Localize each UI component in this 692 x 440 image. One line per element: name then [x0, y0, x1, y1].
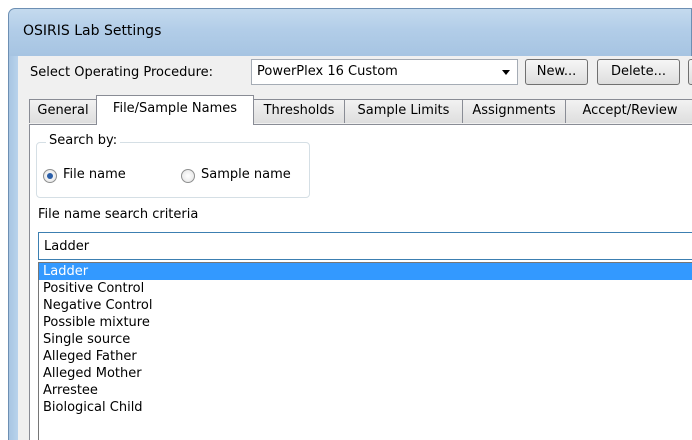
new-button[interactable]: New... [525, 59, 588, 85]
procedure-select-value: PowerPlex 16 Custom [257, 64, 398, 79]
criteria-input-value: Ladder [44, 239, 90, 254]
window-border [8, 56, 18, 440]
file-name-radio[interactable] [43, 169, 57, 183]
more-button[interactable] [688, 59, 692, 85]
sample-name-radio-label[interactable]: Sample name [201, 167, 291, 182]
tab-general[interactable]: General [29, 99, 97, 123]
criteria-dropdown-list[interactable]: Ladder Positive Control Negative Control… [38, 262, 692, 440]
tab-file-sample-names[interactable]: File/Sample Names [96, 95, 254, 125]
criteria-label: File name search criteria [38, 207, 199, 222]
search-by-legend: Search by: [46, 133, 121, 148]
dropdown-option[interactable]: Alleged Father [39, 348, 692, 365]
procedure-select[interactable]: PowerPlex 16 Custom [251, 59, 518, 85]
tab-thresholds[interactable]: Thresholds [253, 99, 345, 123]
dropdown-option[interactable]: Arrestee [39, 382, 692, 399]
file-name-radio-label[interactable]: File name [63, 167, 126, 182]
procedure-label: Select Operating Procedure: [30, 65, 214, 80]
dropdown-option[interactable]: Possible mixture [39, 314, 692, 331]
dropdown-option[interactable]: Ladder [39, 263, 692, 280]
title-bar[interactable]: OSIRIS Lab Settings [8, 8, 692, 56]
sample-name-radio[interactable] [181, 169, 195, 183]
dropdown-option[interactable]: Negative Control [39, 297, 692, 314]
tab-sample-limits[interactable]: Sample Limits [344, 99, 463, 123]
dropdown-option[interactable]: Single source [39, 331, 692, 348]
chevron-down-icon [502, 70, 510, 75]
window-title: OSIRIS Lab Settings [23, 23, 162, 39]
dropdown-option[interactable]: Positive Control [39, 280, 692, 297]
dropdown-option[interactable]: Biological Child [39, 399, 692, 416]
tab-accept-review[interactable]: Accept/Review [565, 99, 692, 123]
tab-assignments[interactable]: Assignments [462, 99, 566, 123]
delete-button[interactable]: Delete... [597, 59, 680, 85]
dropdown-option[interactable]: Alleged Mother [39, 365, 692, 382]
criteria-combo-input[interactable]: Ladder [38, 232, 692, 260]
